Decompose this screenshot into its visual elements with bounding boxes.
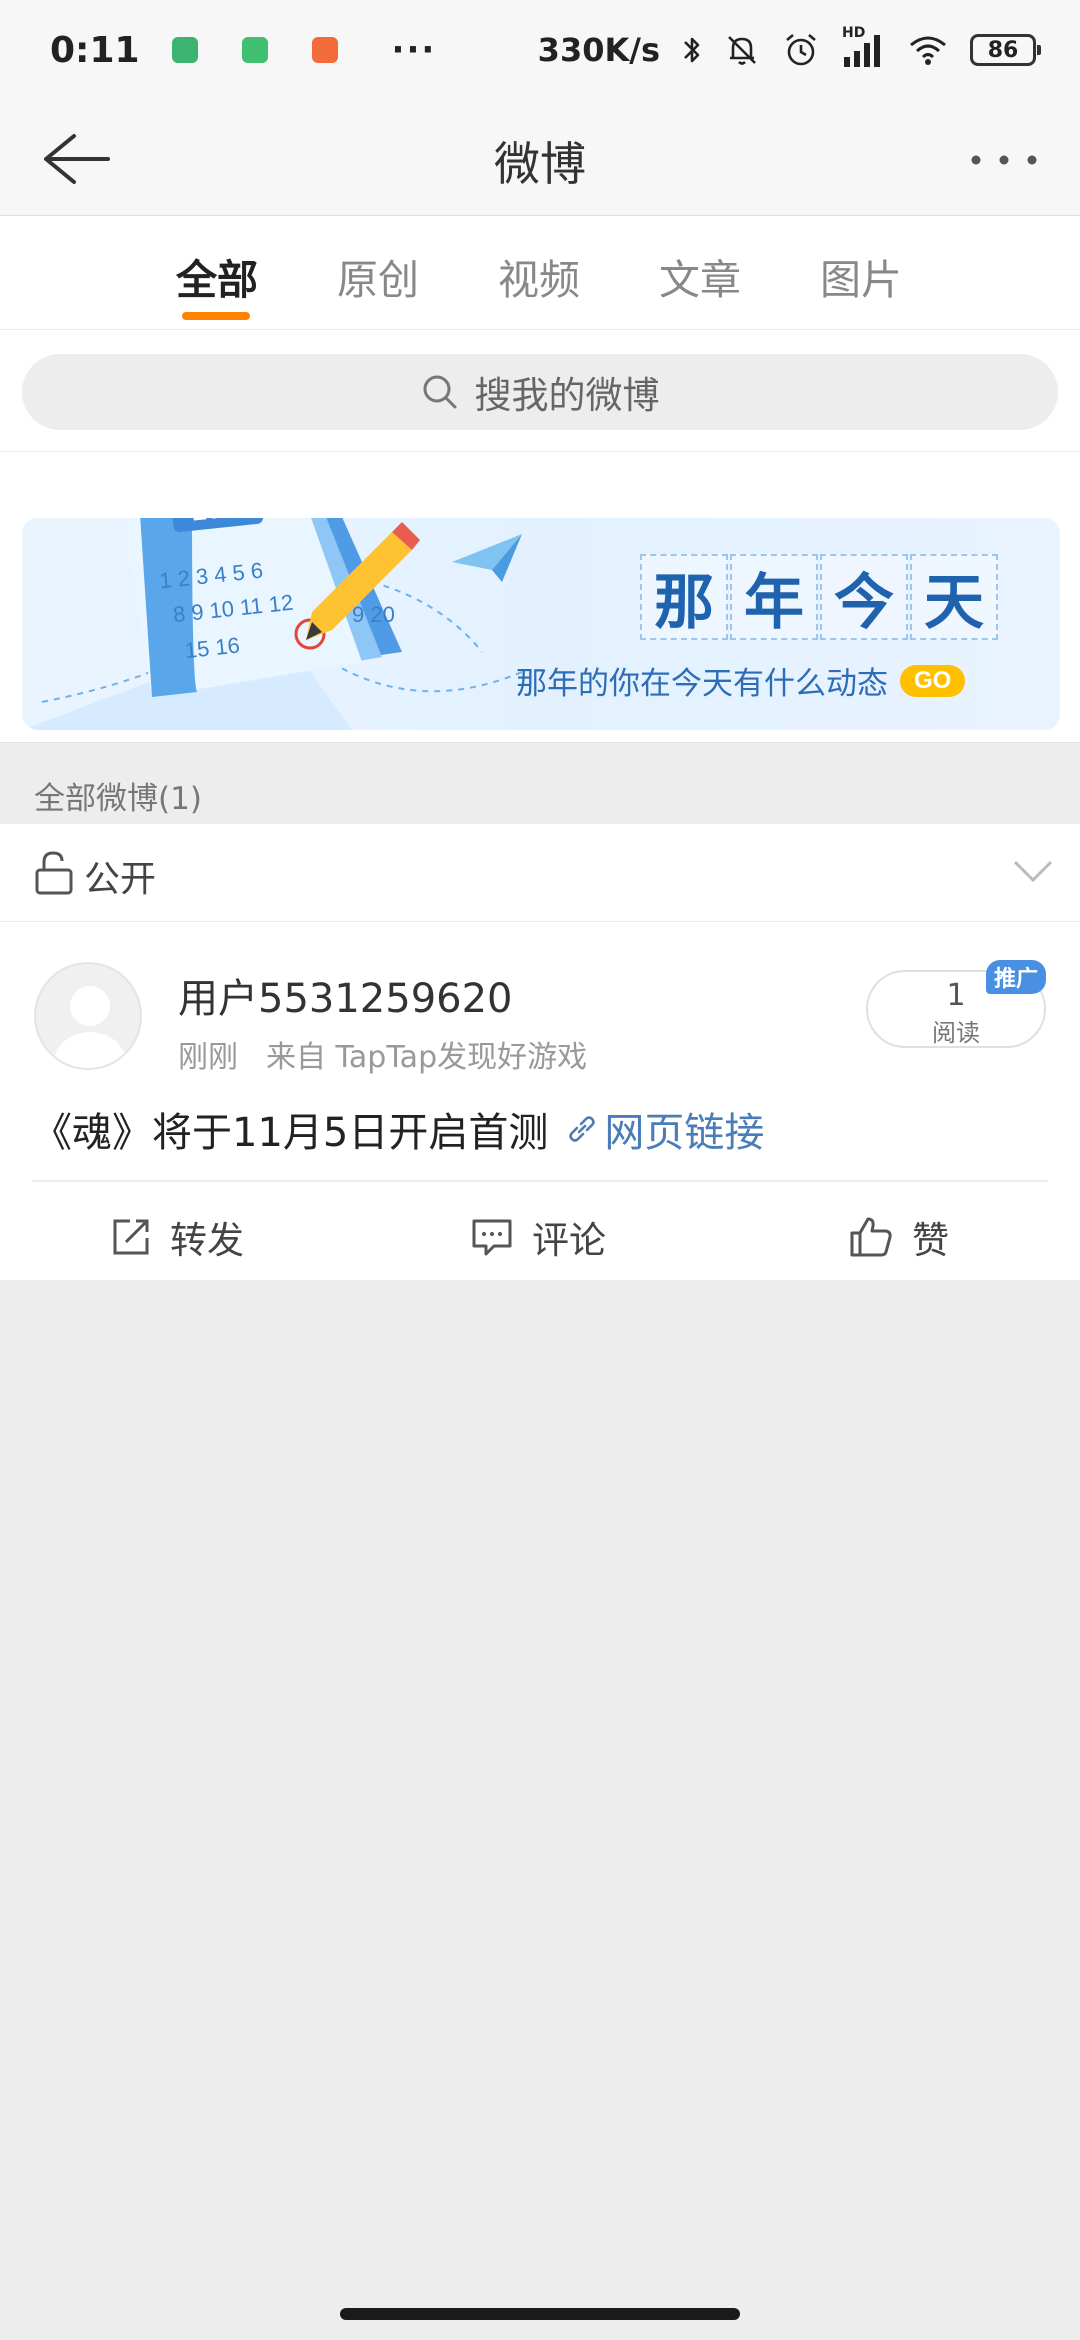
- comment-label: 评论: [532, 1219, 606, 1262]
- nav-bar: 微博: [0, 100, 1080, 216]
- app-notification-icon: [171, 37, 198, 63]
- like-button[interactable]: 赞: [848, 1210, 949, 1264]
- unlock-icon: [35, 851, 73, 895]
- link-icon: [569, 1116, 596, 1142]
- tab-original[interactable]: 原创: [337, 246, 419, 306]
- tab-image[interactable]: 图片: [820, 246, 902, 306]
- tab-video[interactable]: 视频: [498, 246, 580, 306]
- post-source[interactable]: 来自 TapTap发现好游戏: [266, 1032, 587, 1076]
- post-meta: 刚刚 来自 TapTap发现好游戏: [178, 1032, 587, 1076]
- post-card[interactable]: 用户5531259620 刚刚 来自 TapTap发现好游戏 1 阅读 推广 《…: [0, 922, 1080, 1280]
- comment-button[interactable]: 评论: [470, 1210, 606, 1264]
- mute-bell-icon: [728, 36, 756, 65]
- post-time: 刚刚: [178, 1040, 238, 1075]
- battery-indicator: 86: [970, 34, 1041, 66]
- banner-title-char: 天: [910, 554, 998, 640]
- banner-subtitle: 那年的你在今天有什么动态 GO: [516, 658, 966, 703]
- web-link[interactable]: 网页链接: [566, 1100, 764, 1158]
- wifi-icon: [910, 36, 946, 65]
- post-text: 《魂》将于11月5日开启首测: [32, 1110, 549, 1156]
- post-username[interactable]: 用户5531259620: [178, 966, 513, 1024]
- banner-title: 那 年 今 天: [640, 554, 998, 640]
- section-header: 全部微博(1): [0, 742, 1080, 824]
- on-this-day-banner[interactable]: 2022 1 2 3 4 5 6 8 9 10 11 12 15 16 9 20…: [22, 518, 1060, 730]
- svg-text:9 20: 9 20: [352, 602, 395, 627]
- more-dots-icon[interactable]: [964, 130, 1044, 190]
- message-notification-icon: [241, 37, 268, 63]
- thumbs-up-icon: [850, 1217, 892, 1257]
- promo-badge[interactable]: 推广: [986, 960, 1046, 994]
- search-input[interactable]: 搜我的微博: [22, 354, 1058, 430]
- filter-tabs: 全部 原创 视频 文章 图片: [0, 216, 1080, 330]
- go-button[interactable]: GO: [900, 664, 966, 697]
- default-avatar-icon: [52, 986, 128, 1068]
- post-content: 《魂》将于11月5日开启首测 网页链接: [32, 1100, 764, 1158]
- web-link-label: 网页链接: [604, 1110, 765, 1156]
- chevron-down-icon[interactable]: [1012, 856, 1054, 886]
- avatar[interactable]: [34, 962, 142, 1070]
- repost-button[interactable]: 转发: [110, 1210, 244, 1264]
- signal-icon: HD: [842, 25, 886, 69]
- search-placeholder: 搜我的微博: [474, 374, 660, 417]
- status-bar: 0:11 ··· 330K/s HD 86: [0, 0, 1080, 100]
- banner-title-char: 今: [820, 554, 908, 640]
- tab-article[interactable]: 文章: [659, 246, 741, 306]
- banner-title-char: 年: [730, 554, 818, 640]
- banner-title-char: 那: [640, 554, 728, 640]
- bluetooth-icon: [684, 37, 700, 63]
- page-title: 微博: [494, 137, 586, 191]
- active-tab-indicator: [182, 312, 250, 320]
- post-actions: 转发 评论 赞: [0, 1184, 1080, 1280]
- banner-subtitle-text: 那年的你在今天有什么动态: [516, 666, 888, 702]
- search-icon: [423, 375, 456, 409]
- news-notification-icon: [311, 37, 338, 63]
- like-label: 赞: [912, 1219, 949, 1262]
- more-notifications-icon: ···: [391, 30, 437, 70]
- banner-section: 2022 1 2 3 4 5 6 8 9 10 11 12 15 16 9 20…: [0, 452, 1080, 742]
- repost-label: 转发: [170, 1219, 244, 1262]
- visibility-filter[interactable]: 公开: [0, 824, 1080, 922]
- network-speed: 330K/s: [537, 31, 660, 69]
- status-time: 0:11: [50, 29, 140, 71]
- home-indicator[interactable]: [340, 2308, 740, 2320]
- comment-icon: [472, 1219, 512, 1256]
- alarm-icon: [786, 34, 816, 66]
- tab-all[interactable]: 全部: [176, 246, 258, 306]
- read-label: 阅读: [932, 1019, 980, 1047]
- divider: [32, 1180, 1048, 1182]
- visibility-label: 公开: [84, 859, 157, 900]
- share-icon: [113, 1219, 149, 1255]
- search-section: 搜我的微博: [0, 330, 1080, 452]
